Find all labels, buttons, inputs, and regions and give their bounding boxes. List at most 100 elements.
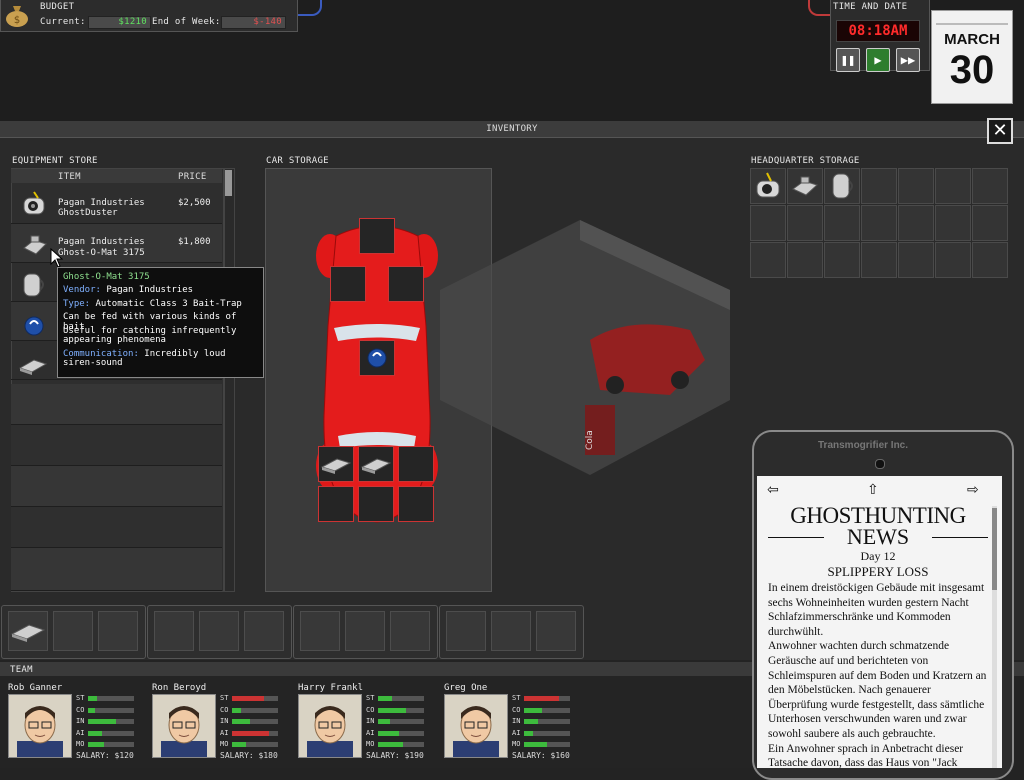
face-icon [17,706,63,757]
stat-label: AI [366,728,375,737]
stat-bar [524,707,570,713]
inventory-title: INVENTORY [0,121,1024,138]
pause-button[interactable]: ❚❚ [836,48,860,72]
member-slot[interactable] [491,611,531,651]
item-vendor: Pagan Industries [58,237,145,247]
car-slot[interactable] [318,486,354,522]
equipment-store-title: EQUIPMENT STORE [12,156,98,166]
trap-plate-icon [18,359,48,375]
member-slot[interactable] [154,611,194,651]
hq-slot[interactable] [750,168,786,204]
stat-bar [524,742,570,747]
stat-bar-fill [88,742,105,747]
tooltip-vendor-value: Pagan Industries [106,285,194,295]
phone-brand: Transmogrifier Inc. [818,440,909,451]
trap-plate-icon [360,458,392,474]
car-slot[interactable] [358,446,394,482]
hq-slot[interactable] [935,168,971,204]
tooltip-title: Ghost-O-Mat 3175 [63,272,150,282]
stat-label: CO [76,705,85,714]
store-empty-row [11,425,222,466]
calendar-rings [936,13,1008,25]
news-scrollbar-thumb[interactable] [992,508,997,590]
hq-slot[interactable] [750,205,786,241]
tooltip-vendor-key: Vendor: [63,285,101,295]
hq-slot[interactable] [935,205,971,241]
car-slot[interactable] [359,340,395,376]
hq-slot[interactable] [972,168,1008,204]
member-slot[interactable] [390,611,430,651]
fast-forward-icon: ▶▶ [900,53,916,67]
budget-title: BUDGET [40,2,75,12]
hq-slot[interactable] [972,242,1008,278]
member-slot[interactable] [98,611,138,651]
store-scrollbar[interactable] [224,168,235,592]
news-paragraph: Anwohner wachten durch schmatzende Geräu… [768,640,987,740]
stat-bar [378,696,424,701]
hq-slot[interactable] [861,205,897,241]
member-slot[interactable] [8,611,48,651]
car-slot[interactable] [318,446,354,482]
member-name: Greg One [444,683,488,693]
car-slot[interactable] [359,218,395,254]
ghostduster-icon [756,172,780,198]
calendar-day: 30 [949,48,995,92]
member-portrait[interactable] [298,694,362,758]
hq-slot[interactable] [861,242,897,278]
close-button[interactable]: ✕ [987,118,1013,144]
col-price-header: PRICE [178,172,207,182]
stat-bar [524,730,570,736]
play-button[interactable]: ▶ [866,48,890,72]
hq-slot[interactable] [824,168,860,204]
hq-slot[interactable] [898,205,934,241]
member-portrait[interactable] [8,694,72,758]
item-name: GhostDuster [58,208,118,218]
hq-slot[interactable] [824,205,860,241]
car-slot[interactable] [398,486,434,522]
member-slot[interactable] [345,611,385,651]
stat-bar [88,719,134,724]
car-slot[interactable] [358,486,394,522]
tooltip-comm-value2: siren-sound [63,358,123,368]
member-slot[interactable] [536,611,576,651]
forward-arrow-button[interactable]: ⇨ [967,482,979,498]
svg-text:Cola: Cola [585,430,595,450]
member-portrait[interactable] [444,694,508,758]
stat-bar-fill [524,730,534,736]
hq-slot[interactable] [787,242,823,278]
team-title: TEAM [10,665,33,675]
news-paragraph: In einem dreistöckigen Gebäude mit insge… [768,582,985,638]
hq-slot[interactable] [787,205,823,241]
stat-bar-fill [232,742,246,747]
store-scrollbar-thumb[interactable] [225,170,232,196]
back-arrow-button[interactable]: ⇦ [767,482,779,498]
news-rule [932,537,988,538]
car-slot[interactable] [388,266,424,302]
stat-label: AI [76,728,85,737]
member-slot[interactable] [300,611,340,651]
hq-slot[interactable] [972,205,1008,241]
stat-label: MO [512,740,521,748]
member-slot[interactable] [53,611,93,651]
fast-forward-button[interactable]: ▶▶ [896,48,920,72]
member-portrait[interactable] [152,694,216,758]
hq-slot[interactable] [898,242,934,278]
stat-bar-fill [88,707,95,713]
car-slot[interactable] [398,446,434,482]
hq-slot[interactable] [935,242,971,278]
hq-slot[interactable] [898,168,934,204]
hq-slot[interactable] [750,242,786,278]
hq-slot[interactable] [861,168,897,204]
member-slot[interactable] [199,611,239,651]
stat-bar-fill [378,742,404,747]
time-title: TIME AND DATE [833,2,908,12]
hq-slot[interactable] [824,242,860,278]
stat-bar [88,696,134,701]
hq-slot[interactable] [787,168,823,204]
member-slot[interactable] [244,611,284,651]
home-button[interactable]: ⇧ [867,482,879,498]
car-slot[interactable] [330,266,366,302]
member-slot[interactable] [446,611,486,651]
member-salary: SALARY: $120 [76,751,134,760]
stat-bar-fill [88,719,116,724]
